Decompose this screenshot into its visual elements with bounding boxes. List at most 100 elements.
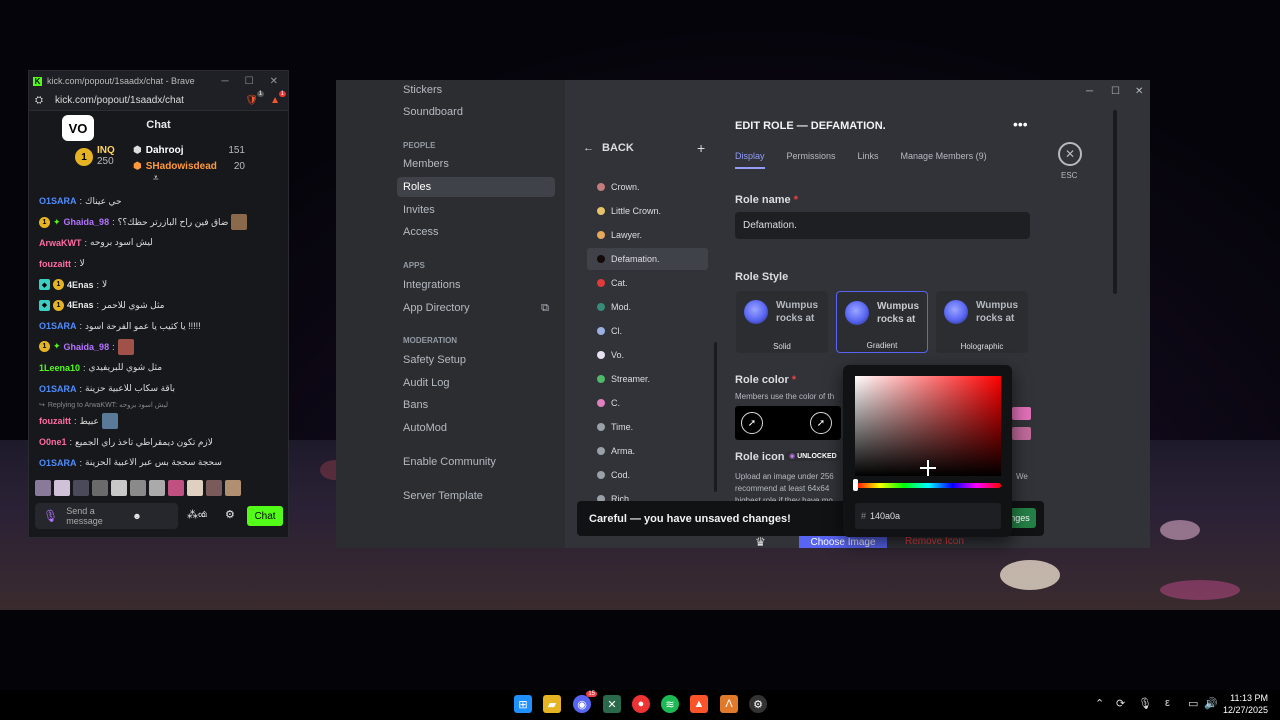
emote-button[interactable]	[225, 480, 241, 496]
brave-shield-icon[interactable]: 🛡 1	[245, 91, 265, 106]
microphone-icon[interactable]: 🎙	[43, 510, 58, 522]
system-clock[interactable]: 11:13 PM 12/27/2025	[1223, 692, 1268, 716]
network-icon[interactable]: ▭	[1188, 697, 1198, 710]
leaderboard-entry[interactable]: 1 INQ 250	[75, 145, 115, 167]
color-swatch-primary[interactable]: ➚ ➚	[735, 406, 841, 440]
chat-username[interactable]: O1SARA	[39, 321, 77, 331]
add-role-button[interactable]: +	[697, 140, 705, 156]
close-settings-button[interactable]: ✕	[1058, 142, 1082, 166]
role-item[interactable]: Little Crown.	[587, 200, 737, 222]
preset-color-swatch[interactable]	[1012, 407, 1031, 420]
volume-icon[interactable]: 🔊	[1204, 697, 1218, 710]
sidebar-item-roles[interactable]: Roles	[397, 177, 555, 197]
emote-button[interactable]	[149, 480, 165, 496]
url-text[interactable]: kick.com/popout/1saadx/chat	[55, 95, 184, 106]
sidebar-item-members[interactable]: Members	[397, 154, 555, 174]
remove-icon-button[interactable]: Remove Icon	[905, 536, 964, 547]
close-icon[interactable]: ✕	[270, 76, 278, 87]
hue-slider-thumb[interactable]	[853, 479, 858, 491]
chat-username[interactable]: fouzaitt	[39, 416, 71, 426]
sidebar-item-safety-setup[interactable]: Safety Setup	[397, 350, 555, 370]
role-name-input[interactable]: Defamation.	[735, 212, 1030, 239]
chat-username[interactable]: O1SARA	[39, 458, 77, 468]
start-menu-icon[interactable]: ⊞	[514, 695, 532, 713]
hex-input[interactable]: #140a0a	[855, 503, 1001, 529]
brave-rewards-icon[interactable]: ▲ 1	[270, 91, 288, 106]
chrome-icon[interactable]: ●	[632, 695, 650, 713]
leaderboard-entry[interactable]: ⬢ Dahrooj 151	[133, 145, 245, 156]
chat-username[interactable]: ArwaKWT	[39, 238, 82, 248]
preset-color-swatch[interactable]	[1012, 427, 1031, 440]
chat-username[interactable]: 4Enas	[67, 300, 94, 310]
chevron-up-icon[interactable]: ⌃	[1095, 697, 1104, 710]
sidebar-item-soundboard[interactable]: Soundboard	[397, 102, 555, 122]
chat-username[interactable]: O0ne1	[39, 437, 67, 447]
language-icon[interactable]: ε	[1165, 697, 1170, 709]
sidebar-item-automod[interactable]: AutoMod	[397, 418, 555, 438]
sidebar-item-integrations[interactable]: Integrations	[397, 275, 555, 295]
chat-username[interactable]: fouzaitt	[39, 259, 71, 269]
emote-button[interactable]	[54, 480, 70, 496]
role-item[interactable]: Cl.	[587, 320, 737, 342]
sidebar-item-enable-community[interactable]: Enable Community	[397, 452, 555, 472]
tab-manage-members[interactable]: Manage Members (9)	[901, 151, 987, 169]
file-explorer-icon[interactable]: ▰	[543, 695, 561, 713]
hex-value[interactable]: 140a0a	[870, 511, 900, 521]
emote-button[interactable]	[130, 480, 146, 496]
xbox-icon[interactable]: ✕	[603, 695, 621, 713]
back-button[interactable]: ← BACK	[583, 142, 634, 154]
role-item[interactable]: Lawyer.	[587, 224, 737, 246]
sidebar-item-stickers[interactable]: Stickers	[397, 80, 555, 100]
maximize-icon[interactable]: ☐	[245, 76, 254, 87]
sidebar-item-invites[interactable]: Invites	[397, 200, 555, 220]
chat-message-input[interactable]: 🎙 Send a message ☻	[35, 503, 178, 529]
emote-button[interactable]	[111, 480, 127, 496]
role-list-scrollbar[interactable]	[714, 342, 717, 492]
sidebar-item-audit-log[interactable]: Audit Log	[397, 373, 555, 393]
discord-taskbar-icon[interactable]: ◉ 15	[573, 691, 597, 713]
tab-permissions[interactable]: Permissions	[787, 151, 836, 169]
chat-username[interactable]: 1Leena10	[39, 363, 80, 373]
emote-button[interactable]	[73, 480, 89, 496]
settings-icon[interactable]: ⚙	[225, 508, 235, 521]
picker-crosshair-icon[interactable]	[927, 460, 929, 476]
chat-username[interactable]: Ghaida_98	[64, 217, 110, 227]
role-item[interactable]: Mod.	[587, 296, 737, 318]
app-icon[interactable]: Λ	[720, 695, 738, 713]
style-option-solid[interactable]: Wumpus rocks at Solid	[736, 291, 828, 353]
minimize-icon[interactable]: ─	[1086, 86, 1093, 97]
emote-button[interactable]	[35, 480, 51, 496]
close-icon[interactable]: ✕	[1135, 86, 1143, 97]
chat-username[interactable]: 4Enas	[67, 280, 94, 290]
minimize-icon[interactable]: ─	[222, 76, 229, 87]
chat-username[interactable]: Ghaida_98	[64, 342, 110, 352]
eyedropper-icon[interactable]: ➚	[741, 412, 763, 434]
role-item[interactable]: Crown.	[587, 176, 737, 198]
brave-icon[interactable]: ▲	[690, 695, 708, 713]
maximize-icon[interactable]: ☐	[1111, 86, 1120, 97]
more-options-icon[interactable]: •••	[1013, 116, 1028, 132]
role-item[interactable]: Cat.	[587, 272, 737, 294]
emote-button[interactable]	[168, 480, 184, 496]
emote-button[interactable]	[92, 480, 108, 496]
hue-slider[interactable]	[855, 483, 1001, 488]
sidebar-item-access[interactable]: Access	[397, 222, 555, 242]
tab-display[interactable]: Display	[735, 151, 765, 169]
chat-username[interactable]: O1SARA	[39, 196, 77, 206]
emoji-icon[interactable]: ☻	[132, 511, 141, 521]
expand-leaderboard-icon[interactable]: ⩡	[153, 173, 159, 184]
tab-links[interactable]: Links	[858, 151, 879, 169]
editor-scrollbar[interactable]	[1113, 110, 1117, 294]
leaderboard-entry[interactable]: ⬢ SHadowisdead 20	[133, 161, 245, 172]
chat-username[interactable]: O1SARA	[39, 384, 77, 394]
style-option-holographic[interactable]: Wumpus rocks at Holographic	[936, 291, 1028, 353]
style-option-gradient[interactable]: Wumpus rocks at Gradient	[836, 291, 928, 353]
spotify-icon[interactable]: ≋	[661, 695, 679, 713]
store-icon[interactable]: ⌂	[201, 508, 208, 520]
steam-icon[interactable]: ⚙	[749, 695, 767, 713]
sidebar-item-server-template[interactable]: Server Template	[397, 486, 555, 506]
send-chat-button[interactable]: Chat	[247, 506, 283, 526]
emote-button[interactable]	[187, 480, 203, 496]
site-settings-icon[interactable]: ⛭	[35, 95, 43, 106]
microphone-icon[interactable]: 🎙	[1138, 697, 1152, 710]
